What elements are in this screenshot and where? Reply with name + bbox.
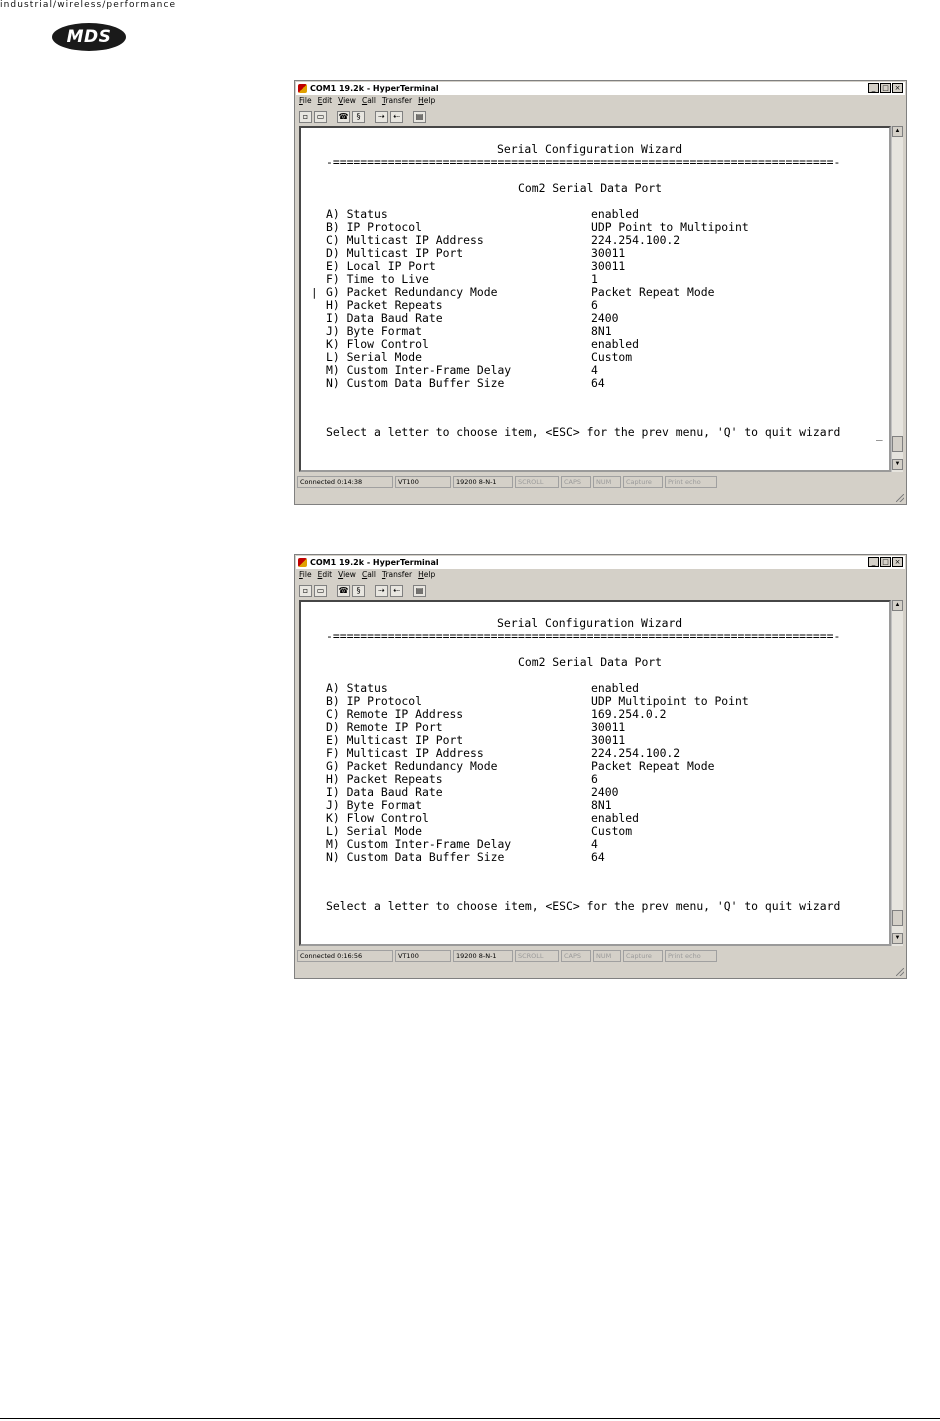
status-connected: Connected 0:16:56 [297,950,393,962]
status-scroll: SCROLL [515,950,559,962]
window-title: COM1 19.2k - HyperTerminal [310,558,439,567]
send-icon[interactable]: ⇢ [375,584,388,597]
toolbar: ▫ ▭ ☎ § ⇢ ⇠ ▤ [297,109,426,124]
properties-icon[interactable]: ▤ [413,110,426,123]
status-capture: Capture [623,476,663,488]
status-caps: CAPS [561,476,591,488]
prompt-line: Select a letter to choose item, <ESC> fo… [326,425,841,439]
status-port-settings: 19200 8-N-1 [453,476,513,488]
status-print-echo: Print echo [665,476,717,488]
menu-call[interactable]: Call [362,96,376,107]
scroll-up-icon[interactable]: ▲ [892,600,903,611]
properties-icon[interactable]: ▤ [413,584,426,597]
port-heading: Com2 Serial Data Port [518,655,663,669]
separator-rule: -=======================================… [326,155,841,169]
menu-file[interactable]: File [299,570,312,581]
menu-transfer[interactable]: Transfer [382,96,412,107]
receive-icon[interactable]: ⇠ [390,584,403,597]
toolbar: ▫ ▭ ☎ § ⇢ ⇠ ▤ [297,583,426,598]
menu-item-value: Packet Repeat Mode [591,759,715,773]
minimize-button[interactable]: _ [868,557,879,567]
status-capture: Capture [623,950,663,962]
scroll-up-icon[interactable]: ▲ [892,126,903,137]
menu-help[interactable]: Help [418,570,435,581]
status-caps: CAPS [561,950,591,962]
menu-item-value: 64 [591,376,605,390]
menu-view[interactable]: View [338,570,356,581]
hyperterminal-window: COM1 19.2k - HyperTerminal _ □ × File Ed… [294,80,907,505]
title-bar[interactable]: COM1 19.2k - HyperTerminal _ □ × [296,82,905,95]
close-button[interactable]: × [892,83,903,93]
title-bar[interactable]: COM1 19.2k - HyperTerminal _ □ × [296,556,905,569]
terminal-cursor: _ [876,428,883,441]
menu-help[interactable]: Help [418,96,435,107]
receive-icon[interactable]: ⇠ [390,110,403,123]
status-bar: Connected 0:16:56 VT100 19200 8-N-1 SCRO… [297,950,717,962]
resize-grip-icon[interactable] [896,968,904,976]
page-bottom-rule [0,1418,940,1419]
scroll-down-icon[interactable]: ▼ [892,933,903,944]
new-icon[interactable]: ▫ [299,584,312,597]
terminal-screen[interactable]: Serial Configuration Wizard -===========… [299,126,891,472]
disconnect-icon[interactable]: § [352,584,365,597]
menu-item-label[interactable]: N) Custom Data Buffer Size [326,377,504,390]
menu-bar: File Edit View Call Transfer Help [297,96,435,107]
maximize-button[interactable]: □ [880,83,891,93]
status-scroll: SCROLL [515,476,559,488]
status-num: NUM [593,950,621,962]
vertical-scrollbar[interactable]: ▲ ▼ [891,600,903,946]
status-emulation: VT100 [395,476,451,488]
disconnect-icon[interactable]: § [352,110,365,123]
status-print-echo: Print echo [665,950,717,962]
status-num: NUM [593,476,621,488]
status-connected: Connected 0:14:38 [297,476,393,488]
menu-item-label[interactable]: N) Custom Data Buffer Size [326,851,504,864]
text-caret-icon: | [311,286,318,299]
menu-item-value: Packet Repeat Mode [591,285,715,299]
scroll-thumb[interactable] [892,910,903,926]
menu-transfer[interactable]: Transfer [382,570,412,581]
separator-rule: -=======================================… [326,629,841,643]
connect-icon[interactable]: ☎ [337,110,350,123]
prompt-line: Select a letter to choose item, <ESC> fo… [326,899,841,913]
menu-edit[interactable]: Edit [318,570,333,581]
minimize-button[interactable]: _ [868,83,879,93]
status-bar: Connected 0:14:38 VT100 19200 8-N-1 SCRO… [297,476,717,488]
menu-item-value: 64 [591,850,605,864]
maximize-button[interactable]: □ [880,557,891,567]
send-icon[interactable]: ⇢ [375,110,388,123]
port-heading: Com2 Serial Data Port [518,181,663,195]
menu-file[interactable]: File [299,96,312,107]
hyperterminal-icon [298,84,307,93]
hyperterminal-window: COM1 19.2k - HyperTerminal _ □ × File Ed… [294,554,907,979]
vertical-scrollbar[interactable]: ▲ ▼ [891,126,903,472]
connect-icon[interactable]: ☎ [337,584,350,597]
open-icon[interactable]: ▭ [314,110,327,123]
terminal-screen[interactable]: Serial Configuration Wizard -===========… [299,600,891,946]
scroll-thumb[interactable] [892,436,903,452]
menu-bar: File Edit View Call Transfer Help [297,570,435,581]
menu-call[interactable]: Call [362,570,376,581]
new-icon[interactable]: ▫ [299,110,312,123]
resize-grip-icon[interactable] [896,494,904,502]
mds-logo: MDS [52,23,126,51]
window-title: COM1 19.2k - HyperTerminal [310,84,439,93]
open-icon[interactable]: ▭ [314,584,327,597]
status-port-settings: 19200 8-N-1 [453,950,513,962]
status-emulation: VT100 [395,950,451,962]
scroll-down-icon[interactable]: ▼ [892,459,903,470]
menu-edit[interactable]: Edit [318,96,333,107]
menu-view[interactable]: View [338,96,356,107]
company-tagline: industrial/wireless/performance [0,0,177,10]
hyperterminal-icon [298,558,307,567]
close-button[interactable]: × [892,557,903,567]
